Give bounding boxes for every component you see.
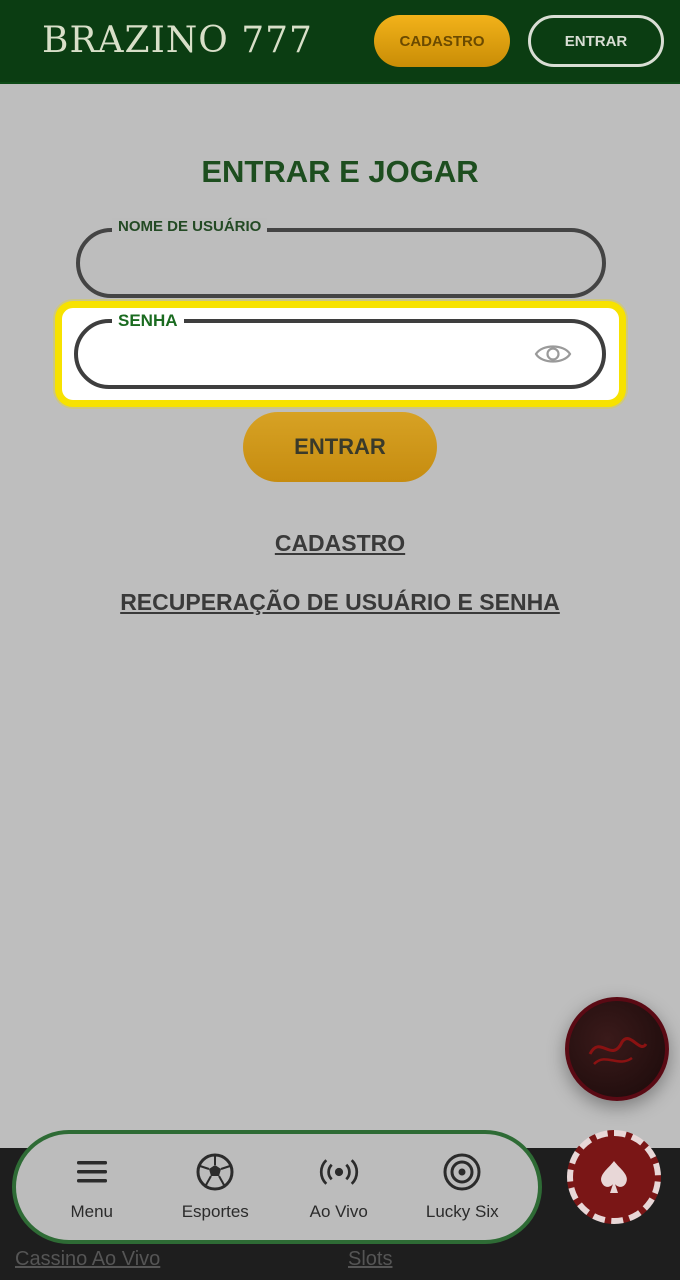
page-title: ENTRAR E JOGAR bbox=[201, 154, 479, 189]
nav-item-esportes[interactable]: Esportes bbox=[160, 1152, 270, 1222]
password-field[interactable]: SENHA bbox=[74, 311, 606, 389]
username-input[interactable] bbox=[110, 246, 570, 280]
nav-item-menu[interactable]: Menu bbox=[37, 1152, 147, 1222]
menu-icon bbox=[72, 1152, 112, 1192]
username-field[interactable]: NOME DE USUÁRIO bbox=[76, 218, 606, 298]
brand-logo[interactable]: BRAZINO 777 bbox=[42, 20, 313, 61]
nav-item-label: Menu bbox=[70, 1202, 114, 1221]
poker-chip-spade-icon[interactable] bbox=[567, 1130, 661, 1224]
nav-item-ao-vivo[interactable]: Ao Vivo bbox=[284, 1152, 394, 1222]
username-field-label: NOME DE USUÁRIO bbox=[112, 218, 268, 235]
header-cadastro-button[interactable]: CADASTRO bbox=[374, 15, 510, 67]
bottom-nav: Menu Esportes Ao Vivo Lucky Six bbox=[12, 1130, 542, 1244]
eye-icon[interactable] bbox=[534, 341, 572, 367]
login-submit-button[interactable]: ENTRAR bbox=[243, 412, 437, 482]
slots-link[interactable]: Slots bbox=[348, 1248, 392, 1271]
promo-bubble-icon[interactable] bbox=[565, 997, 669, 1101]
bottom-bar: Menu Esportes Ao Vivo Lucky Six Cassino … bbox=[0, 1130, 680, 1280]
cassino-ao-vivo-link[interactable]: Cassino Ao Vivo bbox=[15, 1248, 160, 1271]
header-entrar-button[interactable]: ENTRAR bbox=[528, 15, 664, 67]
password-field-label: SENHA bbox=[112, 311, 184, 331]
nav-item-label: Lucky Six bbox=[425, 1202, 499, 1221]
header: BRAZINO 777 CADASTRO ENTRAR bbox=[0, 0, 680, 84]
soccer-ball-icon bbox=[195, 1152, 235, 1192]
nav-item-label: Ao Vivo bbox=[309, 1202, 368, 1221]
password-input[interactable] bbox=[108, 337, 508, 371]
nav-item-lucky-six[interactable]: Lucky Six bbox=[407, 1152, 517, 1222]
bottom-links: Cassino Ao Vivo Slots bbox=[0, 1248, 680, 1280]
lucky-six-icon bbox=[442, 1152, 482, 1192]
register-link[interactable]: CADASTRO bbox=[0, 530, 680, 557]
recover-credentials-link[interactable]: RECUPERAÇÃO DE USUÁRIO E SENHA bbox=[0, 589, 680, 616]
nav-item-label: Esportes bbox=[181, 1202, 249, 1221]
page: BRAZINO 777 CADASTRO ENTRAR ENTRAR E JOG… bbox=[0, 0, 680, 1280]
broadcast-icon bbox=[319, 1152, 359, 1192]
